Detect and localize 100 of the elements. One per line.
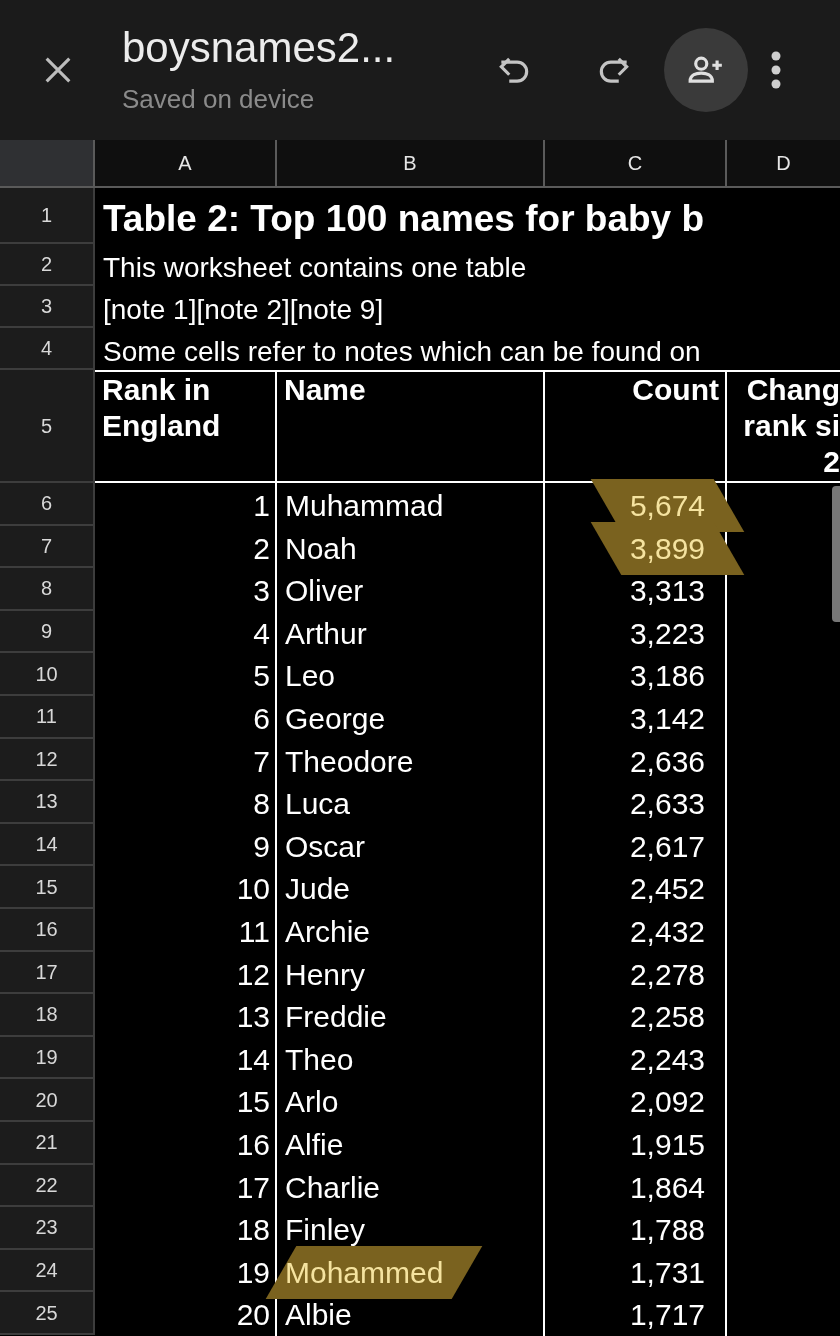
cell-text: This worksheet contains one table [103, 251, 527, 285]
cell-text: 1 [253, 488, 270, 524]
column-header[interactable]: D [776, 148, 791, 178]
cell-text: George [285, 701, 386, 735]
cell-text: Some cells refer to notes which can be found on [103, 335, 701, 369]
cell-text: Theo [285, 1042, 354, 1076]
column-header[interactable]: B [403, 148, 417, 178]
row-number[interactable]: 4 [40, 333, 53, 363]
cell-text: 2,243 [629, 1042, 705, 1076]
row-number[interactable]: 13 [35, 786, 58, 817]
cell-text: 14 [236, 1041, 270, 1078]
cell-text: 18 [236, 1212, 270, 1249]
cell-text: 16 [236, 1126, 270, 1163]
column-heading: 2 [823, 444, 840, 480]
row-number[interactable]: 18 [35, 999, 58, 1030]
cell-text: 2,432 [629, 914, 705, 948]
cell-text: 5,674 [629, 489, 705, 522]
cell-text: 13 [236, 999, 270, 1036]
cell-text: 20 [236, 1297, 270, 1334]
cell-text: Arlo [285, 1085, 339, 1119]
cell-text: 15 [236, 1084, 270, 1121]
cell-text: 5 [253, 658, 270, 695]
cell-text: Oliver [285, 574, 364, 608]
cell-text: 2,258 [629, 1000, 705, 1034]
row-number[interactable]: 12 [35, 743, 58, 774]
row-number[interactable]: 3 [40, 291, 53, 321]
row-number[interactable]: 7 [40, 530, 53, 561]
cell-text: Luca [285, 787, 351, 821]
cell-text: Finley [285, 1213, 366, 1247]
cell-text: 1,864 [629, 1170, 705, 1204]
cell-text: 3,899 [629, 531, 705, 565]
row-number[interactable]: 8 [40, 573, 53, 604]
cell-text: 12 [236, 956, 270, 993]
row-number[interactable]: 22 [35, 1169, 58, 1200]
sheet-title: Table 2: Top 100 names for baby b [103, 197, 705, 241]
scrollbar[interactable] [832, 486, 840, 622]
file-title: boysnames2... [122, 22, 397, 73]
column-header[interactable]: C [627, 148, 643, 178]
row-number[interactable]: 9 [40, 616, 53, 647]
save-status: Saved on device [122, 82, 316, 116]
row-number[interactable]: 5 [40, 410, 53, 441]
cell-text: [note 1][note 2][note 9] [103, 293, 384, 327]
row-number[interactable]: 11 [36, 701, 57, 732]
row-number[interactable]: 25 [35, 1297, 58, 1328]
cell-text: Mohammed [285, 1255, 444, 1289]
row-number[interactable]: 15 [35, 871, 58, 902]
cell-text: 2,092 [629, 1085, 705, 1119]
cell-text: 2,452 [629, 872, 705, 906]
cell-text: Leo [285, 659, 336, 693]
column-heading: England [102, 408, 222, 444]
cell-text: 1,915 [629, 1127, 705, 1161]
cell-text: 8 [253, 786, 270, 823]
cell-text: 1,788 [629, 1213, 705, 1247]
row-number[interactable]: 6 [40, 488, 53, 519]
column-heading: Chang [746, 372, 840, 408]
cell-text: 3,186 [629, 659, 705, 693]
row-number[interactable]: 23 [35, 1212, 58, 1243]
cell-text: 2,617 [629, 829, 705, 863]
cell-text: Albie [285, 1298, 352, 1332]
column-heading: Count [632, 373, 719, 406]
more-icon [770, 50, 782, 90]
row-number[interactable]: 14 [35, 829, 58, 860]
column-heading: Rank in [102, 372, 212, 408]
row-number[interactable]: 16 [35, 914, 58, 945]
cell-text: 2,633 [629, 787, 705, 821]
cell-text: 2,278 [629, 957, 705, 991]
cell-text: 6 [253, 700, 270, 737]
column-heading: rank si [743, 408, 840, 444]
cell-text: Arthur [285, 616, 367, 650]
cell-text: 3,313 [629, 574, 705, 608]
cell-text: Archie [285, 914, 371, 948]
cell-text: 1,717 [629, 1298, 705, 1332]
row-number[interactable]: 19 [35, 1042, 58, 1072]
cell-text: 10 [236, 871, 270, 908]
cell-text: Freddie [285, 1000, 387, 1034]
cell-text: Noah [285, 531, 357, 565]
row-number[interactable]: 24 [35, 1255, 58, 1285]
cell-text: 2,636 [629, 744, 705, 778]
row-number[interactable]: 10 [35, 658, 58, 689]
cell-text: Muhammad [285, 489, 444, 522]
cell-text: Oscar [285, 829, 365, 863]
row-number[interactable]: 2 [40, 249, 53, 279]
cell-text: Henry [285, 957, 366, 991]
cell-text: 2 [253, 530, 270, 567]
row-number[interactable]: 17 [35, 956, 58, 987]
column-header[interactable]: A [178, 148, 192, 178]
cell-text: 3,223 [629, 616, 705, 650]
row-number[interactable]: 20 [35, 1084, 58, 1115]
cell-text: Jude [285, 872, 351, 906]
row-number[interactable]: 21 [35, 1127, 58, 1158]
cell-text: Charlie [285, 1170, 381, 1204]
cell-text: 17 [236, 1169, 270, 1206]
cell-text: 3,142 [629, 701, 705, 735]
cell-text: 9 [253, 828, 270, 865]
cell-text: 1,731 [629, 1255, 705, 1289]
column-heading: Name [284, 373, 366, 406]
row-number[interactable]: 1 [40, 200, 53, 230]
cell-text: Alfie [285, 1127, 344, 1161]
cell-text: 3 [253, 573, 270, 610]
cell-text: 4 [253, 615, 270, 652]
